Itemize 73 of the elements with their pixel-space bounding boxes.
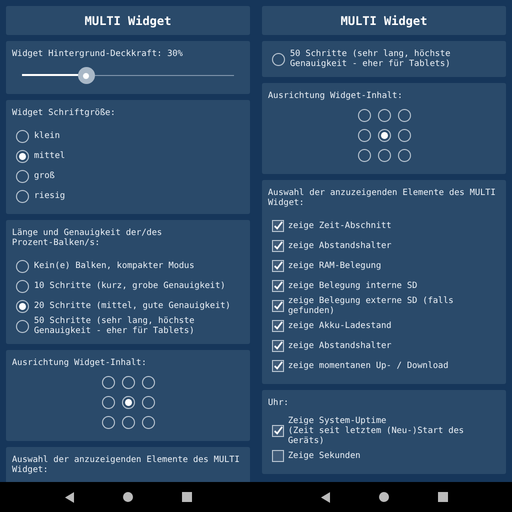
option-label[interactable]: riesig: [34, 191, 66, 201]
option-label[interactable]: Zeige System-Uptime (Zeit seit letztem (Neu-)Start des Geräts): [288, 416, 500, 446]
radio-button[interactable]: [272, 52, 285, 66]
radio-button[interactable]: [122, 376, 134, 389]
radio-button[interactable]: [16, 190, 29, 202]
checkbox[interactable]: [272, 320, 284, 332]
section-title: Auswahl der anzuzeigenden Elemente des MULTI Widget:: [268, 188, 497, 208]
option-label[interactable]: zeige Abstandshalter: [288, 341, 392, 351]
radio-button[interactable]: [142, 376, 154, 389]
radio-button[interactable]: [122, 396, 134, 409]
option-label[interactable]: zeige Abstandshalter: [288, 241, 392, 251]
option-label[interactable]: Kein(e) Balken, kompakter Modus: [34, 261, 194, 271]
radio-button[interactable]: [102, 416, 114, 429]
checkbox[interactable]: [272, 240, 284, 252]
radio-button[interactable]: [378, 129, 390, 142]
home-icon[interactable]: [378, 492, 388, 502]
radio-button[interactable]: [16, 280, 29, 292]
radio-button[interactable]: [122, 416, 134, 429]
option-label[interactable]: Zeige Sekunden: [288, 451, 360, 461]
section-title: Uhr:: [268, 398, 290, 408]
section-title: Ausrichtung Widget-Inhalt:: [268, 91, 404, 101]
radio-button[interactable]: [16, 130, 29, 142]
checkbox[interactable]: [272, 360, 284, 372]
option-label[interactable]: groß: [34, 171, 55, 181]
home-icon[interactable]: [122, 492, 132, 502]
back-icon[interactable]: [64, 492, 74, 502]
section-title: Widget Hintergrund-Deckkraft: 30%: [12, 49, 184, 59]
option-label[interactable]: zeige Akku-Ladestand: [288, 321, 392, 331]
checkbox[interactable]: [272, 450, 284, 462]
radio-button[interactable]: [358, 109, 370, 122]
option-label[interactable]: 50 Schritte (sehr lang, höchste Genauigkeit - eher für Tablets): [34, 316, 244, 336]
section-title: Länge und Genauigkeit der/des Prozent-Balken/s:: [12, 228, 164, 248]
radio-button[interactable]: [398, 129, 410, 142]
back-icon[interactable]: [320, 492, 330, 502]
recents-icon[interactable]: [438, 492, 448, 502]
section-title: Auswahl der anzuzeigenden Elemente des MULTI Widget:: [12, 455, 241, 475]
option-label[interactable]: zeige Belegung externe SD (falls gefunden): [288, 296, 500, 316]
section-title: Ausrichtung Widget-Inhalt:: [12, 358, 148, 368]
radio-button[interactable]: [16, 300, 29, 312]
radio-button[interactable]: [16, 260, 29, 272]
option-label[interactable]: zeige Zeit-Abschnitt: [288, 221, 392, 231]
radio-button[interactable]: [142, 416, 154, 429]
radio-button[interactable]: [142, 396, 154, 409]
app-title: MULTI Widget: [84, 12, 172, 30]
option-label[interactable]: mittel: [34, 151, 66, 161]
radio-button[interactable]: [378, 149, 390, 162]
radio-button[interactable]: [358, 129, 370, 142]
option-label[interactable]: 10 Schritte (kurz, grobe Genauigkeit): [34, 281, 226, 291]
checkbox[interactable]: [272, 425, 284, 437]
option-label[interactable]: zeige Belegung interne SD: [288, 281, 418, 291]
radio-button[interactable]: [358, 149, 370, 162]
radio-button[interactable]: [398, 109, 410, 122]
section-title: Widget Schriftgröße:: [12, 108, 116, 118]
checkbox[interactable]: [272, 300, 284, 312]
radio-button[interactable]: [16, 170, 29, 182]
radio-button[interactable]: [102, 396, 114, 409]
option-label[interactable]: zeige momentanen Up- / Download: [288, 361, 448, 371]
option-label[interactable]: klein: [34, 131, 60, 141]
radio-button[interactable]: [102, 376, 114, 389]
radio-button[interactable]: [378, 109, 390, 122]
recents-icon[interactable]: [182, 492, 192, 502]
checkbox[interactable]: [272, 280, 284, 292]
option-label[interactable]: 20 Schritte (mittel, gute Genauigkeit): [34, 301, 231, 311]
radio-button[interactable]: [16, 150, 29, 162]
option-label[interactable]: zeige RAM-Belegung: [288, 261, 382, 271]
slider-thumb[interactable]: [78, 67, 95, 84]
radio-button[interactable]: [16, 320, 29, 332]
checkbox[interactable]: [272, 220, 284, 232]
radio-button[interactable]: [398, 149, 410, 162]
checkbox[interactable]: [272, 260, 284, 272]
app-title: MULTI Widget: [340, 12, 428, 30]
option-label[interactable]: 50 Schritte (sehr lang, höchste Genauigkeit - eher für Tablets): [290, 49, 500, 69]
checkbox[interactable]: [272, 340, 284, 352]
